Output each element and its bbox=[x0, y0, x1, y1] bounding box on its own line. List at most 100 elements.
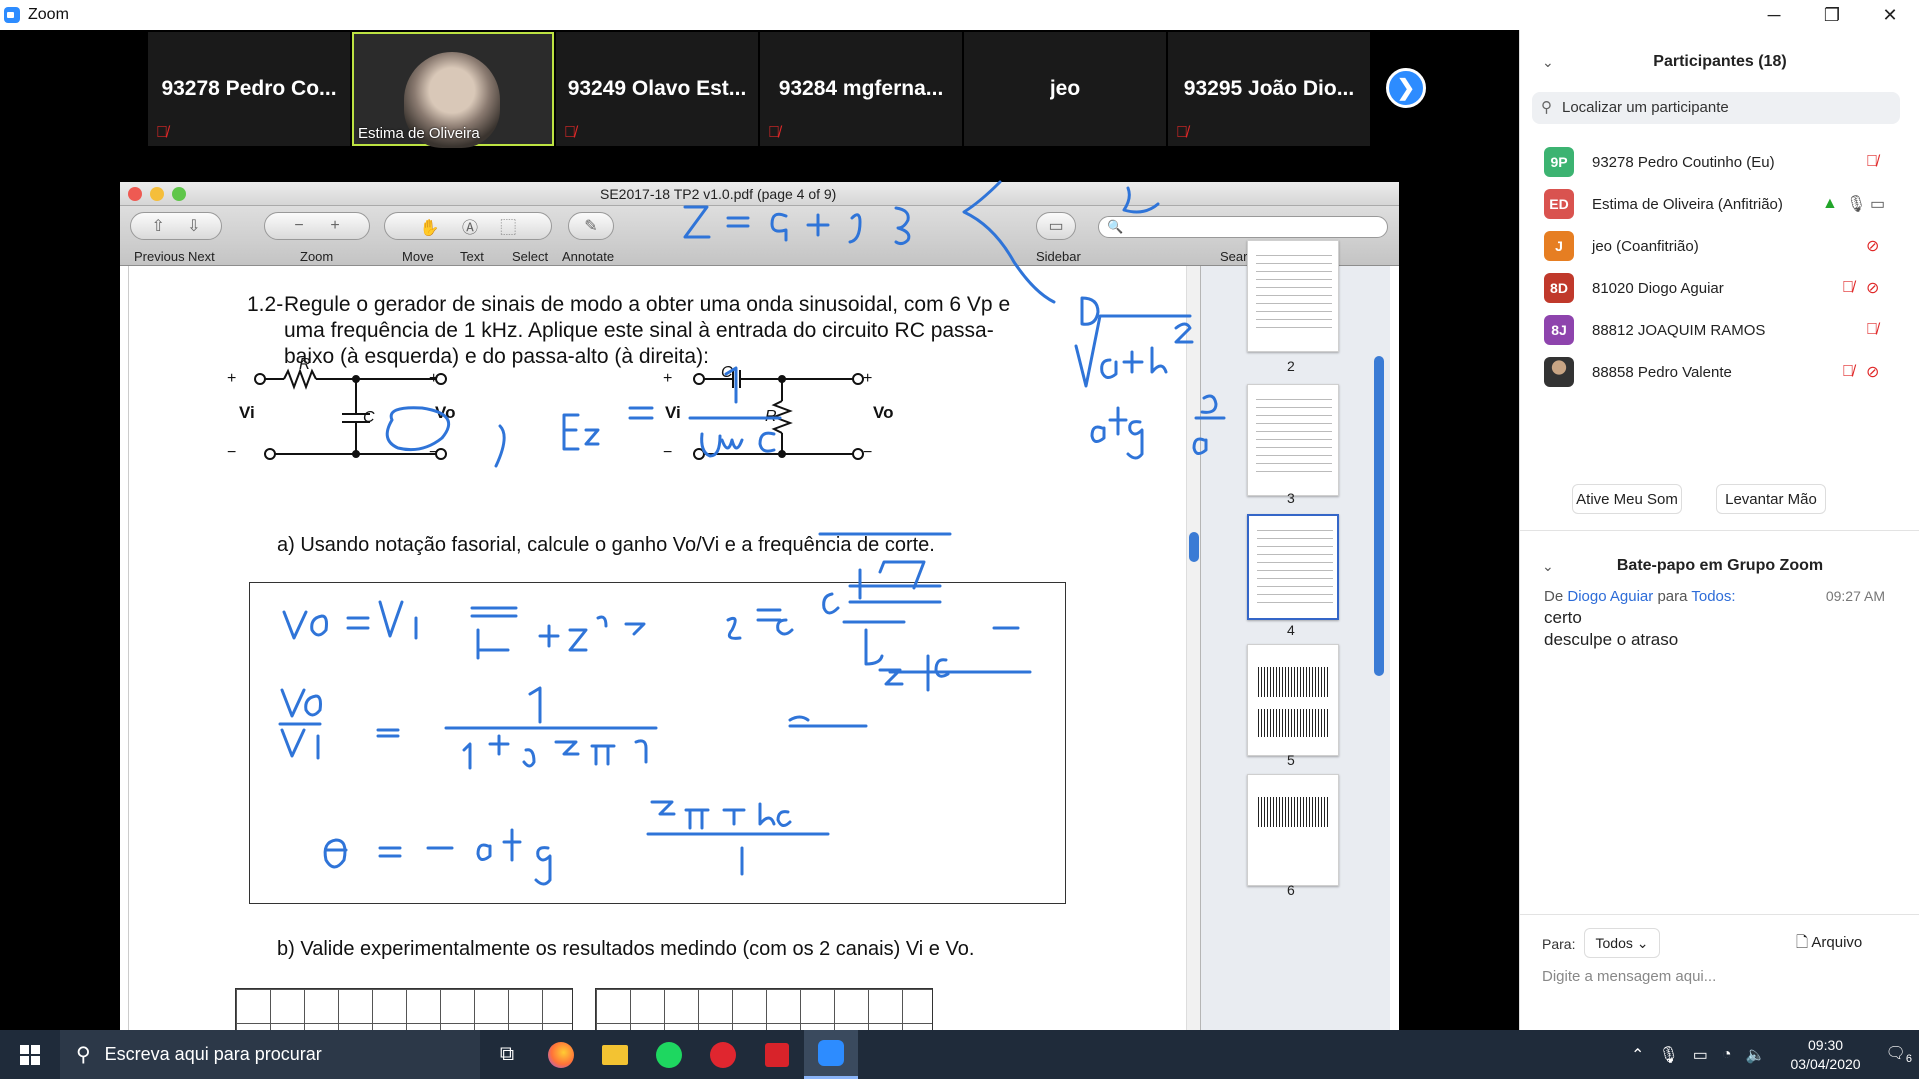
plus-label: + bbox=[227, 370, 237, 387]
spotify-icon[interactable] bbox=[642, 1030, 696, 1079]
recipient-dropdown[interactable]: Todos ⌄ bbox=[1584, 928, 1660, 958]
avatar-photo bbox=[1544, 357, 1574, 387]
minimize-dot-icon[interactable] bbox=[150, 186, 164, 201]
scroll-thumb[interactable] bbox=[1189, 532, 1199, 562]
participant-row[interactable]: 88858 Pedro Valente 🎙̸ ⊘ bbox=[1520, 352, 1910, 392]
minus-label: − bbox=[429, 444, 439, 461]
mic-muted-icon[interactable]: 🎙̸ bbox=[1842, 279, 1854, 297]
search-icon: ⚲ bbox=[1541, 99, 1552, 116]
document-scrollbar[interactable] bbox=[1186, 266, 1200, 1060]
start-button[interactable] bbox=[0, 1030, 60, 1079]
chat-title: Bate-papo em Grupo Zoom bbox=[1616, 557, 1824, 574]
mic-muted-icon[interactable]: 🎙̸ bbox=[1866, 321, 1878, 339]
search-icon: ⚲ bbox=[76, 1044, 91, 1066]
participant-name: Estima de Oliveira (Anfitrião) bbox=[1592, 195, 1783, 213]
document-title: SE2017-18 TP2 v1.0.pdf (page 4 of 9) bbox=[600, 185, 837, 202]
battery-icon[interactable]: ▭ bbox=[1693, 1045, 1708, 1065]
video-camera-icon[interactable]: ▭ bbox=[1870, 194, 1885, 214]
screen-share-icon: ▲ bbox=[1822, 195, 1838, 212]
participant-row[interactable]: ED Estima de Oliveira (Anfitrião) ▲ 🎙 ▭ bbox=[1520, 184, 1910, 224]
thumbnail-sidebar: 2 3 4 5 6 bbox=[1200, 240, 1390, 1060]
avatar: 8J bbox=[1544, 315, 1574, 345]
chat-message: desculpe o atraso bbox=[1544, 630, 1679, 649]
vi-label: Vi bbox=[665, 403, 681, 422]
participant-name: Estima de Oliveira bbox=[358, 125, 480, 142]
volume-icon[interactable]: 🔈 bbox=[1746, 1045, 1766, 1065]
page-thumbnail-selected[interactable] bbox=[1247, 514, 1339, 620]
question-line: uma frequência de 1 kHz. Aplique este si… bbox=[284, 319, 994, 342]
next-page-arrow-icon[interactable]: ❯ bbox=[1386, 68, 1426, 108]
participant-row[interactable]: 8D 81020 Diogo Aguiar 🎙̸ ⊘ bbox=[1520, 268, 1910, 308]
video-tile[interactable]: 93278 Pedro Co... 🎙̸ bbox=[148, 32, 350, 146]
raise-hand-button[interactable]: Levantar Mão bbox=[1716, 484, 1826, 514]
close-button[interactable]: ✕ bbox=[1861, 0, 1919, 30]
minus-label: − bbox=[663, 444, 673, 461]
file-button[interactable]: 🗋 Arquivo bbox=[1796, 932, 1862, 957]
search-input[interactable]: 🔍 bbox=[1098, 216, 1388, 238]
minimize-button[interactable]: ─ bbox=[1745, 0, 1803, 30]
chat-message-meta: De Diogo Aguiar para Todos: bbox=[1544, 588, 1736, 605]
participant-row[interactable]: J jeo (Coanfitrião) ⊘ bbox=[1520, 226, 1910, 266]
mic-muted-icon[interactable]: 🎙̸ bbox=[1866, 153, 1878, 171]
video-tile-active-speaker[interactable]: Estima de Oliveira bbox=[352, 32, 554, 148]
video-off-icon[interactable]: ⊘ bbox=[1866, 278, 1879, 298]
capacitor-label: C bbox=[363, 409, 375, 426]
rc-circuit-diagrams bbox=[254, 368, 864, 460]
video-tile[interactable]: 93295 João Dio... 🎙̸ bbox=[1168, 32, 1370, 146]
system-tray: ⌃ 🎙 ▭ ◔ 🔈 09:30 03/04/2020 🗨6 bbox=[1624, 1030, 1919, 1079]
participant-row[interactable]: 9P 93278 Pedro Coutinho (Eu) 🎙̸ bbox=[1520, 142, 1910, 182]
file-explorer-icon[interactable] bbox=[588, 1030, 642, 1079]
mic-icon[interactable]: 🎙 bbox=[1846, 194, 1866, 214]
video-tile[interactable]: jeo bbox=[964, 32, 1166, 146]
task-view-icon[interactable]: ⧉ bbox=[480, 1030, 534, 1079]
page-thumbnail[interactable] bbox=[1247, 240, 1339, 352]
restore-button[interactable]: ❐ bbox=[1803, 0, 1861, 30]
windows-logo-icon bbox=[20, 1044, 40, 1065]
shared-preview-window: SE2017-18 TP2 v1.0.pdf (page 4 of 9) ⇧ ⇩… bbox=[120, 182, 1399, 1060]
mic-muted-icon[interactable]: 🎙̸ bbox=[1842, 363, 1854, 381]
chevron-down-icon[interactable]: ⌄ bbox=[1542, 54, 1554, 71]
mic-muted-icon: 🎙̸ bbox=[156, 124, 168, 141]
notification-icon[interactable]: 🗨6 bbox=[1886, 1043, 1912, 1065]
previous-next-buttons[interactable]: ⇧ ⇩ bbox=[130, 212, 222, 240]
participant-name: jeo bbox=[1049, 77, 1081, 100]
page-thumbnail[interactable] bbox=[1247, 644, 1339, 756]
page-thumbnail[interactable] bbox=[1247, 774, 1339, 886]
chat-sender[interactable]: Diogo Aguiar bbox=[1567, 588, 1653, 605]
close-dot-icon[interactable] bbox=[128, 186, 142, 201]
avatar: 9P bbox=[1544, 147, 1574, 177]
chevron-down-icon[interactable]: ⌄ bbox=[1542, 558, 1554, 575]
participant-name: 93295 João Dio... bbox=[1183, 77, 1355, 100]
unmute-button[interactable]: Ative Meu Som bbox=[1572, 484, 1682, 514]
taskbar-search[interactable]: ⚲ Escreva aqui para procurar bbox=[60, 1030, 480, 1079]
app-red-icon[interactable] bbox=[696, 1030, 750, 1079]
mic-icon[interactable]: 🎙 bbox=[1658, 1045, 1678, 1065]
wifi-icon[interactable]: ◔ bbox=[1722, 1046, 1732, 1064]
page-thumbnail[interactable] bbox=[1247, 384, 1339, 496]
app-red-square-icon[interactable] bbox=[750, 1030, 804, 1079]
chevron-up-icon[interactable]: ⌃ bbox=[1631, 1045, 1644, 1065]
participant-row[interactable]: 8J 88812 JOAQUIM RAMOS 🎙̸ bbox=[1520, 310, 1910, 350]
divider bbox=[1520, 914, 1919, 915]
thumbnail-scrollbar[interactable] bbox=[1374, 356, 1384, 676]
thumbnail-number: 4 bbox=[1287, 622, 1295, 638]
zoom-dot-icon[interactable] bbox=[172, 186, 186, 201]
sidebar-button[interactable]: ▭ bbox=[1036, 212, 1076, 240]
divider bbox=[1520, 530, 1919, 531]
video-off-icon[interactable]: ⊘ bbox=[1866, 362, 1879, 382]
video-tile[interactable]: 93249 Olavo Est... 🎙̸ bbox=[556, 32, 758, 146]
find-participant-input[interactable]: ⚲ Localizar um participante bbox=[1532, 92, 1900, 124]
message-input[interactable]: Digite a mensagem aqui... bbox=[1542, 968, 1716, 985]
window-controls: ─ ❐ ✕ bbox=[1745, 0, 1919, 30]
annotate-button[interactable]: ✎ bbox=[568, 212, 614, 240]
video-off-icon[interactable]: ⊘ bbox=[1866, 236, 1879, 256]
zoom-buttons[interactable]: − + bbox=[264, 212, 370, 240]
firefox-icon[interactable] bbox=[534, 1030, 588, 1079]
video-tile[interactable]: 93284 mgferna... 🎙̸ bbox=[760, 32, 962, 146]
previous-label: Previous bbox=[134, 249, 185, 264]
window-title: Zoom bbox=[28, 6, 69, 23]
clock[interactable]: 09:30 03/04/2020 bbox=[1790, 1036, 1860, 1074]
avatar: ED bbox=[1544, 189, 1574, 219]
tool-mode-buttons[interactable]: ✋ Ⓐ ⬚ bbox=[384, 212, 552, 240]
zoom-taskbar-icon[interactable] bbox=[804, 1030, 858, 1079]
